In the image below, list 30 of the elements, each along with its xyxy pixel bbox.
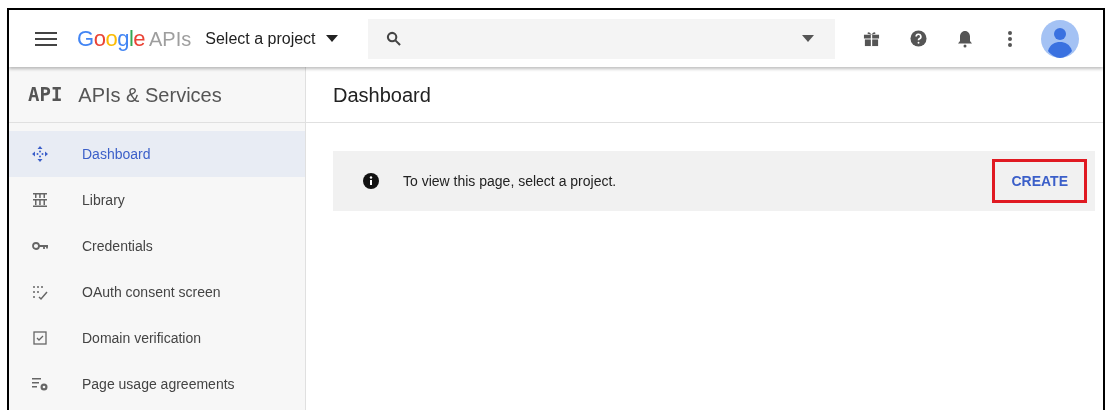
page-title: Dashboard (333, 82, 431, 108)
sidebar-item[interactable]: Page usage agreements (9, 361, 305, 407)
dots-check-icon (31, 283, 49, 301)
sidebar-item[interactable]: Credentials (9, 223, 305, 269)
notice-message: To view this page, select a project. (403, 171, 617, 191)
sidebar-item[interactable]: Domain verification (9, 315, 305, 361)
caret-icon[interactable] (801, 35, 814, 42)
project-picker[interactable]: Select a project (205, 26, 338, 51)
menu-icon[interactable] (35, 30, 57, 47)
search-field[interactable] (367, 18, 835, 59)
list-gear-icon (31, 375, 49, 393)
library-icon (31, 191, 49, 209)
sidebar-item[interactable]: Library (9, 177, 305, 223)
avatar-icon[interactable] (1040, 19, 1079, 58)
search-icon (385, 31, 401, 46)
sidebar-item[interactable]: Dashboard (9, 131, 305, 177)
bell-icon[interactable] (956, 29, 973, 48)
gift-icon[interactable] (862, 30, 880, 47)
api-logo-text: API (28, 82, 63, 108)
checkbox-icon (31, 329, 49, 347)
help-icon[interactable] (909, 30, 927, 47)
product-name: APIs (149, 27, 192, 52)
more-icon[interactable] (1006, 29, 1013, 48)
create-button[interactable]: CREATE (992, 159, 1087, 203)
caret-icon (325, 35, 338, 42)
sidebar-item[interactable]: OAuth consent screen (9, 269, 305, 315)
google-logo: Google (77, 25, 145, 53)
sidebar-title: APIs & Services (78, 82, 222, 108)
info-icon (363, 173, 379, 189)
dashboard-diamond-icon (31, 145, 49, 163)
